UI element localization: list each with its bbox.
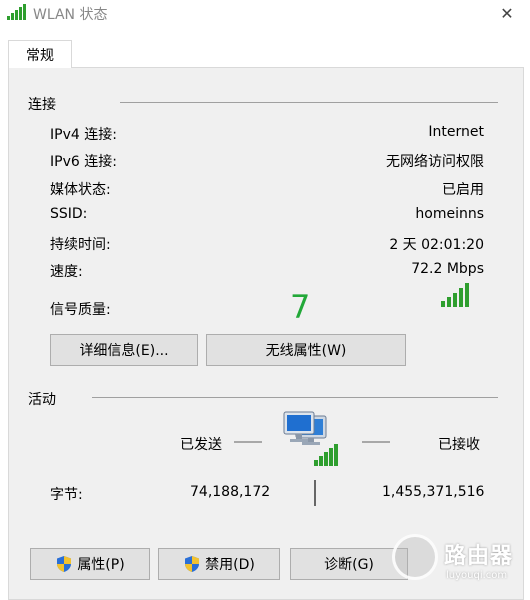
connection-divider [120, 102, 498, 103]
details-button-label: 详细信息(E)... [79, 343, 169, 359]
signal-annotation: 7 [290, 288, 311, 326]
watermark: 路由器 luyouqi.com [380, 528, 530, 600]
ipv6-label: IPv6 连接: [50, 154, 117, 170]
wireless-properties-button-label: 无线属性(W) [265, 343, 347, 359]
ssid-label: SSID: [50, 206, 88, 222]
speed-value: 72.2 Mbps [411, 261, 484, 277]
bytes-sent-value: 74,188,172 [190, 484, 271, 500]
bytes-divider [314, 480, 316, 506]
activity-divider [92, 397, 498, 398]
ipv4-label: IPv4 连接: [50, 127, 117, 143]
ssid-value: homeinns [415, 206, 484, 222]
close-button[interactable]: ✕ [484, 0, 530, 26]
uac-shield-icon [185, 556, 200, 572]
wifi-signal-icon [7, 4, 26, 20]
network-computers-icon [283, 411, 338, 466]
duration-value: 2 天 02:01:20 [389, 237, 484, 253]
window-title: WLAN 状态 [33, 7, 108, 23]
close-icon: ✕ [500, 3, 514, 23]
watermark-text: 路由器 [444, 544, 514, 569]
sent-label: 已发送 [180, 437, 222, 453]
activity-section-title: 活动 [28, 392, 56, 408]
signal-quality-label: 信号质量: [50, 302, 111, 318]
watermark-url: luyouqi.com [446, 570, 508, 581]
title-bar: WLAN 状态 ✕ [0, 0, 530, 26]
properties-button-label: 属性(P) [77, 557, 125, 573]
media-state-value: 已启用 [442, 182, 484, 198]
details-button[interactable]: 详细信息(E)... [50, 334, 198, 366]
disable-button[interactable]: 禁用(D) [158, 548, 280, 580]
tab-general-label: 常规 [26, 47, 54, 64]
duration-label: 持续时间: [50, 237, 111, 253]
disable-button-label: 禁用(D) [205, 557, 255, 573]
wireless-properties-button[interactable]: 无线属性(W) [206, 334, 406, 366]
received-label: 已接收 [438, 437, 480, 453]
properties-button[interactable]: 属性(P) [30, 548, 150, 580]
speed-label: 速度: [50, 264, 83, 280]
watermark-logo [392, 534, 438, 580]
bytes-label: 字节: [50, 487, 83, 503]
ipv6-value: 无网络访问权限 [386, 154, 484, 170]
connection-section-title: 连接 [28, 97, 56, 113]
sent-dash [234, 441, 262, 443]
ipv4-value: Internet [428, 124, 484, 140]
signal-strength-icon [441, 283, 469, 307]
media-state-label: 媒体状态: [50, 182, 111, 198]
uac-shield-icon [57, 556, 72, 572]
diagnose-button-label: 诊断(G) [324, 557, 374, 573]
bytes-received-value: 1,455,371,516 [382, 484, 485, 500]
received-dash [362, 441, 390, 443]
tab-general[interactable]: 常规 [8, 40, 72, 68]
